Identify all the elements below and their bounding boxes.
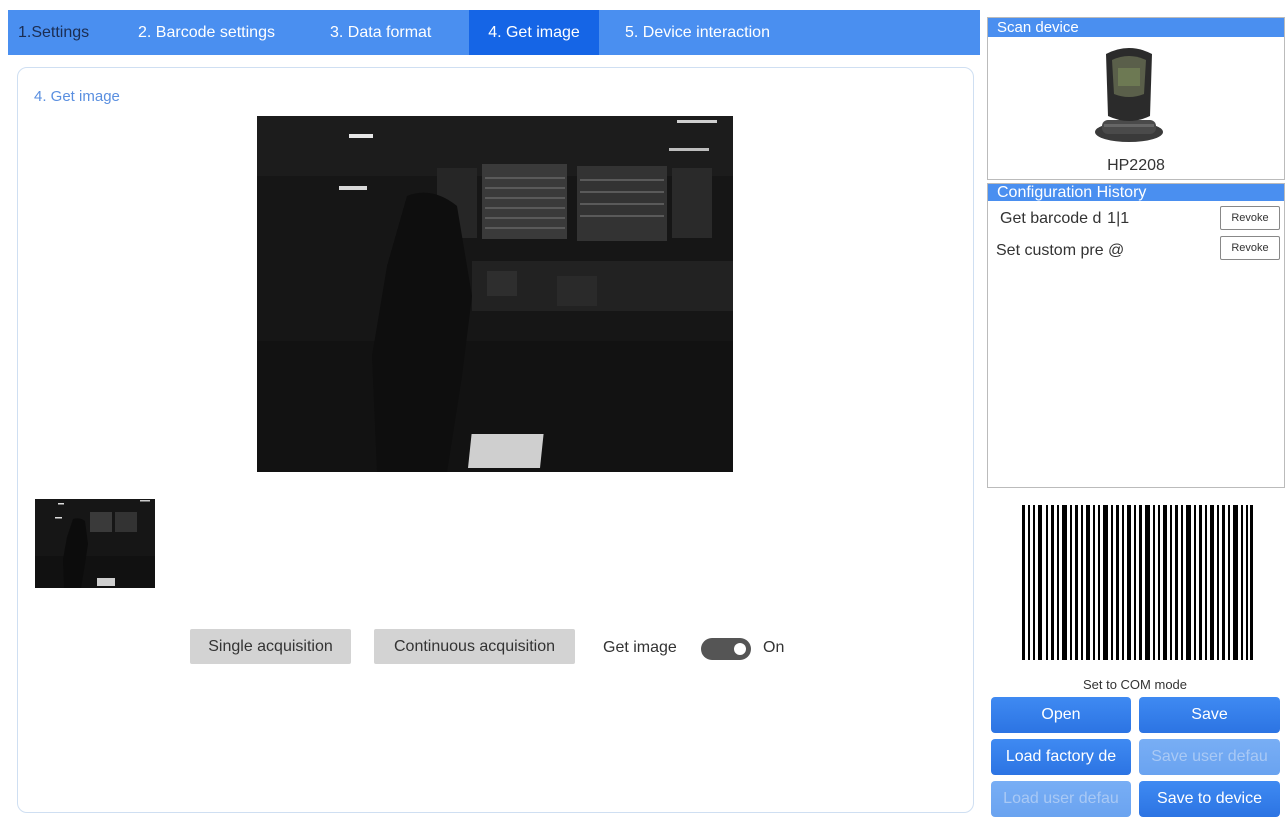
load-user-defaults-button[interactable]: Load user defau <box>991 781 1131 817</box>
history-item: Set custom pre @ Revoke <box>988 236 1284 264</box>
revoke-button[interactable]: Revoke <box>1220 236 1280 260</box>
device-model: HP2208 <box>1107 157 1165 174</box>
save-to-device-button[interactable]: Save to device <box>1139 781 1280 817</box>
load-factory-defaults-button[interactable]: Load factory de <box>991 739 1131 775</box>
tab-data-format[interactable]: 3. Data format <box>330 10 431 55</box>
save-user-defaults-button[interactable]: Save user defau <box>1139 739 1280 775</box>
get-image-panel: 4. Get image Single acquisition Continuo… <box>17 67 974 813</box>
open-button[interactable]: Open <box>991 697 1131 733</box>
barcode-caption: Set to COM mode <box>1082 677 1188 692</box>
get-image-label: Get image <box>603 639 677 656</box>
tab-settings[interactable]: 1.Settings <box>18 10 89 55</box>
save-button[interactable]: Save <box>1139 697 1280 733</box>
single-acquisition-button[interactable]: Single acquisition <box>190 629 351 664</box>
camera-preview-graphic <box>257 116 733 472</box>
tab-bar: 1.Settings 2. Barcode settings 3. Data f… <box>8 10 980 55</box>
thumbnail-graphic <box>35 499 155 588</box>
revoke-button[interactable]: Revoke <box>1220 206 1280 230</box>
get-image-state: On <box>763 639 785 656</box>
scan-device-box: Scan device HP2208 <box>987 17 1285 180</box>
configuration-history-header: Configuration History <box>988 184 1284 201</box>
panel-title: 4. Get image <box>34 88 120 105</box>
history-item: Get barcode d 1|1 Revoke <box>988 206 1284 234</box>
scanner-device-icon <box>1095 48 1163 142</box>
scan-device-header: Scan device <box>988 18 1284 37</box>
history-item-text: Get barcode d 1|1 <box>1000 210 1130 227</box>
history-item-text: Set custom pre @ <box>996 242 1125 259</box>
configuration-history-box: Configuration History Get barcode d 1|1 … <box>987 183 1285 488</box>
tab-barcode-settings[interactable]: 2. Barcode settings <box>138 10 275 55</box>
toggle-knob <box>734 643 746 655</box>
camera-preview-image <box>257 116 733 472</box>
continuous-acquisition-button[interactable]: Continuous acquisition <box>374 629 575 664</box>
tab-device-interaction[interactable]: 5. Device interaction <box>625 10 770 55</box>
tab-get-image[interactable]: 4. Get image <box>469 10 599 55</box>
com-mode-barcode <box>1022 505 1253 660</box>
image-thumbnail[interactable] <box>35 499 155 588</box>
get-image-toggle[interactable] <box>701 638 751 660</box>
